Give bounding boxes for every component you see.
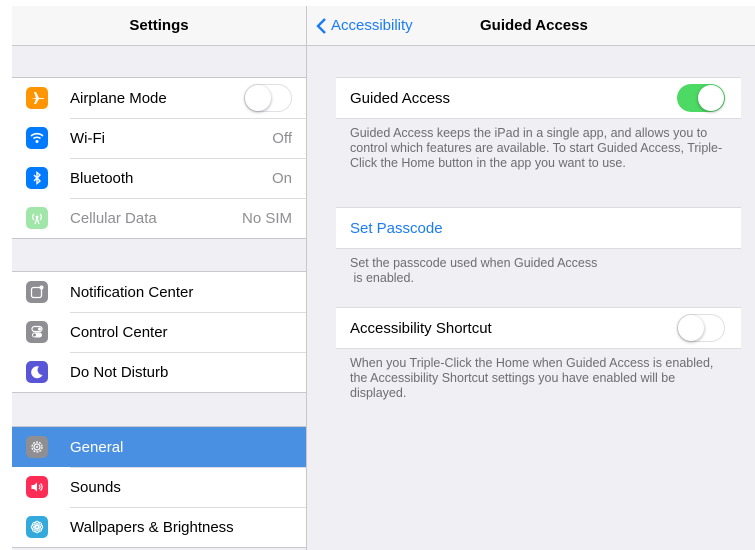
sidebar-item-label: Wi-Fi [70, 129, 105, 147]
airplane-mode-toggle[interactable] [244, 84, 292, 112]
guided-access-cell: Guided Access [336, 77, 741, 119]
sidebar-item-airplane-mode[interactable]: Airplane Mode [12, 78, 306, 118]
set-passcode-footnote-line1: Set the passcode used when Guided Access [350, 256, 598, 270]
sidebar-item-label: Control Center [70, 323, 168, 341]
wifi-icon [26, 127, 48, 149]
guided-access-detail: Accessibility Guided Access Guided Acces… [307, 6, 755, 550]
sidebar-item-label: General [70, 438, 124, 456]
accessibility-shortcut-label: Accessibility Shortcut [350, 319, 492, 337]
sidebar-item-sounds[interactable]: Sounds [12, 467, 306, 507]
bluetooth-icon [26, 167, 48, 189]
moon-icon [26, 361, 48, 383]
toggle-knob [698, 85, 724, 111]
guided-access-footnote: Guided Access keeps the iPad in a single… [350, 126, 723, 170]
page-title: Guided Access [480, 17, 588, 34]
sidebar-item-wifi[interactable]: Wi-Fi Off [12, 118, 306, 158]
sidebar-item-notification-center[interactable]: Notification Center [12, 272, 306, 312]
settings-sidebar: Settings Airplane Mode Wi-Fi Off Bluetoo… [12, 6, 307, 550]
notification-center-icon [26, 281, 48, 303]
sidebar-item-label: Cellular Data [70, 209, 157, 227]
accessibility-shortcut-toggle[interactable] [677, 314, 725, 342]
speaker-icon [26, 476, 48, 498]
sidebar-item-label: Bluetooth [70, 169, 134, 187]
toggle-knob [678, 315, 704, 341]
set-passcode-footnote: Set the passcode used when Guided Access… [350, 256, 730, 286]
airplane-icon [26, 87, 48, 109]
detail-header: Accessibility Guided Access [307, 6, 755, 46]
wifi-status: Off [272, 129, 292, 147]
guided-access-toggle[interactable] [677, 84, 725, 112]
cellular-status: No SIM [241, 209, 292, 227]
sidebar-item-label: Do Not Disturb [70, 363, 169, 381]
gear-icon [26, 436, 48, 458]
sidebar-title: Settings [12, 6, 306, 46]
sidebar-group-centers: Notification Center Control Center Do No… [12, 271, 306, 393]
sidebar-item-label: Notification Center [70, 283, 194, 301]
accessibility-shortcut-footnote: When you Triple-Click the Home when Guid… [350, 356, 714, 400]
settings-window: Settings Airplane Mode Wi-Fi Off Bluetoo… [12, 6, 755, 550]
control-center-icon [26, 321, 48, 343]
flower-icon [26, 516, 48, 538]
sidebar-item-do-not-disturb[interactable]: Do Not Disturb [12, 352, 306, 392]
sidebar-item-cellular-data[interactable]: Cellular Data No SIM [12, 198, 306, 238]
set-passcode-footnote-line2: is enabled. [350, 271, 414, 285]
sidebar-item-label: Sounds [70, 478, 121, 496]
sidebar-item-general[interactable]: General [12, 427, 306, 467]
sidebar-item-wallpapers[interactable]: Wallpapers & Brightness [12, 507, 306, 547]
sidebar-group-connectivity: Airplane Mode Wi-Fi Off Bluetooth On Cel… [12, 77, 306, 239]
sidebar-item-bluetooth[interactable]: Bluetooth On [12, 158, 306, 198]
accessibility-shortcut-cell: Accessibility Shortcut [336, 307, 741, 349]
toggle-knob [245, 85, 271, 111]
sidebar-item-control-center[interactable]: Control Center [12, 312, 306, 352]
sidebar-item-label: Wallpapers & Brightness [70, 518, 234, 536]
sidebar-item-label: Airplane Mode [70, 89, 167, 107]
back-button[interactable]: Accessibility [315, 6, 413, 45]
chevron-left-icon [316, 17, 326, 34]
cellular-icon [26, 207, 48, 229]
back-button-label: Accessibility [331, 17, 413, 34]
set-passcode-cell[interactable]: Set Passcode [336, 207, 741, 249]
set-passcode-button[interactable]: Set Passcode [350, 208, 443, 248]
guided-access-label: Guided Access [350, 89, 451, 107]
sidebar-group-general: General Sounds Wallpapers & Brightness [12, 426, 306, 548]
bluetooth-status: On [271, 169, 292, 187]
